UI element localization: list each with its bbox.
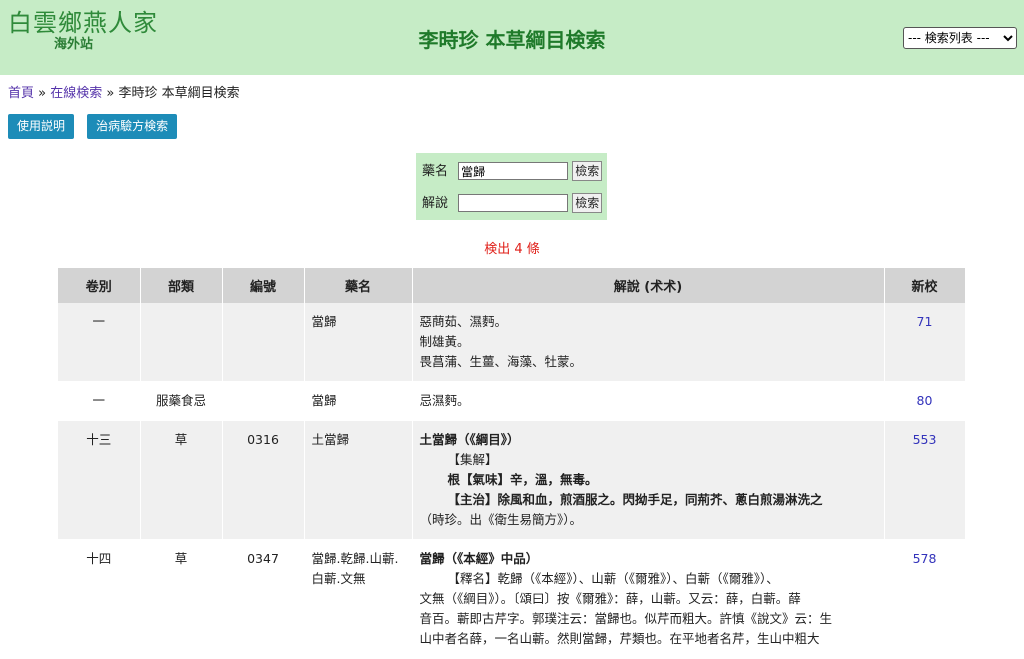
page-link[interactable]: 80 xyxy=(884,381,966,421)
description-line: 文無（《綱目》）。〔頌曰〕按《爾雅》：薛，山蘄。又云：薛，白蘄。薛 xyxy=(419,591,801,606)
action-buttons: 使用説明 治病驗方検索 xyxy=(8,114,186,139)
name-search-input[interactable] xyxy=(458,162,569,180)
breadcrumb-separator: » xyxy=(106,86,115,101)
search-list-dropdown[interactable]: --- 検索列表 --- xyxy=(903,27,1017,49)
volume-cell: 十三 xyxy=(58,420,141,540)
category-cell: 服藥食忌 xyxy=(140,381,223,421)
page-link[interactable]: 578 xyxy=(884,539,966,659)
column-header: 解說 (术术) xyxy=(412,268,885,303)
category-cell: 草 xyxy=(140,420,223,540)
description-cell: 當歸（《本經》中品） 【釋名】乾歸（《本經》）、山蘄（《爾雅》）、白蘄（《爾雅》… xyxy=(412,539,885,659)
breadcrumb: 首頁 » 在線検索 » 李時珍 本草綱目検索 xyxy=(8,82,240,101)
description-line: 畏菖蒲、生薑、海藻、牡蒙。 xyxy=(419,354,583,369)
results-table: 卷別 部類 編號 藥名 解說 (术术) 新校 一 當歸 惡蔄茹、濕麪。 制雄黃。… xyxy=(58,268,966,659)
drug-name-cell: 土當歸 xyxy=(304,420,413,540)
search-panel: 藥名 檢索 解說 檢索 xyxy=(416,153,607,220)
description-line: 【集解】 xyxy=(447,452,498,467)
breadcrumb-current: 李時珍 本草綱目検索 xyxy=(118,86,240,101)
description-line: 土當歸（《綱目》） xyxy=(420,430,877,450)
description-line: 制雄黃。 xyxy=(419,334,470,349)
recipe-search-button[interactable]: 治病驗方検索 xyxy=(87,114,178,139)
description-cell: 土當歸（《綱目》） 【集解】 根【氣味】辛，溫，無毒。 【主治】除風和血，煎酒服… xyxy=(412,420,885,540)
volume-cell: 一 xyxy=(58,303,141,382)
column-header: 編號 xyxy=(222,268,305,303)
number-cell: 0316 xyxy=(222,420,305,540)
description-line: 當歸（《本經》中品） xyxy=(420,549,877,569)
column-header: 卷別 xyxy=(58,268,141,303)
description-line: 土當歸（《綱目》） xyxy=(419,432,520,447)
help-button[interactable]: 使用説明 xyxy=(8,114,75,139)
column-header: 新校 xyxy=(884,268,966,303)
column-header: 藥名 xyxy=(304,268,413,303)
table-row: 十三 草 0316 土當歸 土當歸（《綱目》） 【集解】 根【氣味】辛，溫，無毒… xyxy=(58,420,966,540)
description-cell: 惡蔄茹、濕麪。 制雄黃。 畏菖蒲、生薑、海藻、牡蒙。 xyxy=(412,303,885,382)
drug-name-cell: 當歸 xyxy=(304,381,413,421)
description-line: 【主治】除風和血，煎酒服之。閃拗手足，同荊芥、蔥白煎湯淋洗之 xyxy=(447,492,823,507)
table-row: 十四 草 0347 當歸.乾歸.山蘄.白蘄.文無 當歸（《本經》中品） 【釋名】… xyxy=(58,539,966,659)
description-line: 忌濕麪。 xyxy=(419,393,470,408)
desc-search-input[interactable] xyxy=(458,194,569,212)
description-line: 山中者名薛，一名山蘄。然則當歸，芹類也。在平地者名芹，生山中粗大 xyxy=(419,631,820,646)
breadcrumb-online-search-link[interactable]: 在線検索 xyxy=(50,86,102,101)
column-header: 部類 xyxy=(140,268,223,303)
page-link[interactable]: 553 xyxy=(884,420,966,540)
breadcrumb-home-link[interactable]: 首頁 xyxy=(8,86,34,101)
site-header: 白雲鄉燕人家 海外站 李時珍 本草綱目検索 --- 検索列表 --- xyxy=(0,0,1024,75)
page-title: 李時珍 本草綱目検索 xyxy=(418,28,606,52)
number-cell xyxy=(222,381,305,421)
breadcrumb-separator: » xyxy=(38,86,47,101)
volume-cell: 十四 xyxy=(58,539,141,659)
number-cell xyxy=(222,303,305,382)
volume-cell: 一 xyxy=(58,381,141,421)
description-line: 【主治】除風和血，煎酒服之。閃拗手足，同荊芥、蔥白煎湯淋洗之 xyxy=(420,490,877,510)
desc-search-row: 解說 檢索 xyxy=(422,193,603,213)
page-link[interactable]: 71 xyxy=(884,303,966,382)
name-label: 藥名 xyxy=(422,163,449,179)
description-line: 音百。蘄即古芹字。郭璞注云：當歸也。似芹而粗大。許慎《說文》云：生 xyxy=(419,611,833,626)
number-cell: 0347 xyxy=(222,539,305,659)
name-search-button[interactable]: 檢索 xyxy=(572,161,603,181)
table-header-row: 卷別 部類 編號 藥名 解說 (术术) 新校 xyxy=(58,268,966,303)
desc-search-button[interactable]: 檢索 xyxy=(572,193,603,213)
table-row: 一 當歸 惡蔄茹、濕麪。 制雄黃。 畏菖蒲、生薑、海藻、牡蒙。 71 xyxy=(58,303,966,382)
category-cell xyxy=(140,303,223,382)
desc-label: 解說 xyxy=(422,195,449,211)
name-search-row: 藥名 檢索 xyxy=(422,161,603,181)
description-line: （時珍。出《衛生易簡方》）。 xyxy=(419,512,583,527)
table-row: 一 服藥食忌 當歸 忌濕麪。 80 xyxy=(58,381,966,421)
description-line: 根【氣味】辛，溫，無毒。 xyxy=(447,472,598,487)
drug-name-cell: 當歸 xyxy=(304,303,413,382)
result-count: 検出 4 條 xyxy=(484,242,540,257)
category-cell: 草 xyxy=(140,539,223,659)
description-line: 當歸（《本經》中品） xyxy=(419,551,539,566)
description-cell: 忌濕麪。 xyxy=(412,381,885,421)
description-line: 【釋名】乾歸（《本經》）、山蘄（《爾雅》）、白蘄（《爾雅》）、 xyxy=(447,571,779,586)
description-line: 根【氣味】辛，溫，無毒。 xyxy=(420,470,877,490)
description-line: 惡蔄茹、濕麪。 xyxy=(419,314,508,329)
drug-name-cell: 當歸.乾歸.山蘄.白蘄.文無 xyxy=(304,539,413,659)
